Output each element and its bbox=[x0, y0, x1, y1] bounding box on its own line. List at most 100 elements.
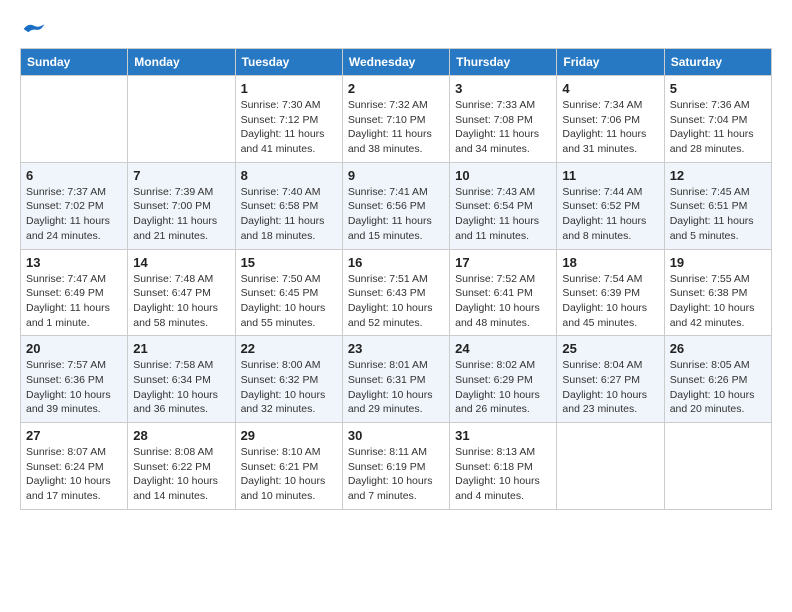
calendar-cell: 26 Sunrise: 8:05 AMSunset: 6:26 PMDayligh… bbox=[664, 336, 771, 423]
day-info: Sunrise: 7:57 AMSunset: 6:36 PMDaylight:… bbox=[26, 358, 122, 417]
day-info: Sunrise: 7:51 AMSunset: 6:43 PMDaylight:… bbox=[348, 272, 444, 331]
calendar-cell: 30 Sunrise: 8:11 AMSunset: 6:19 PMDayligh… bbox=[342, 423, 449, 510]
day-number: 24 bbox=[455, 341, 551, 356]
calendar-table: SundayMondayTuesdayWednesdayThursdayFrid… bbox=[20, 48, 772, 510]
day-info: Sunrise: 7:47 AMSunset: 6:49 PMDaylight:… bbox=[26, 272, 122, 331]
day-number: 10 bbox=[455, 168, 551, 183]
header-sunday: Sunday bbox=[21, 49, 128, 76]
calendar-cell: 14 Sunrise: 7:48 AMSunset: 6:47 PMDayligh… bbox=[128, 249, 235, 336]
day-info: Sunrise: 7:52 AMSunset: 6:41 PMDaylight:… bbox=[455, 272, 551, 331]
day-number: 14 bbox=[133, 255, 229, 270]
calendar-cell bbox=[21, 76, 128, 163]
day-number: 15 bbox=[241, 255, 337, 270]
logo-bird-icon bbox=[22, 20, 46, 38]
calendar-cell: 27Sunrise: 8:07 AMSunset: 6:24 PMDayligh… bbox=[21, 423, 128, 510]
day-info: Sunrise: 7:30 AMSunset: 7:12 PMDaylight:… bbox=[241, 98, 337, 157]
day-info: Sunrise: 7:44 AMSunset: 6:52 PMDaylight:… bbox=[562, 185, 658, 244]
day-number: 13 bbox=[26, 255, 122, 270]
calendar-week-row: 20 Sunrise: 7:57 AMSunset: 6:36 PMDayligh… bbox=[21, 336, 772, 423]
header-monday: Monday bbox=[128, 49, 235, 76]
calendar-cell: 17 Sunrise: 7:52 AMSunset: 6:41 PMDayligh… bbox=[450, 249, 557, 336]
day-info: Sunrise: 8:08 AMSunset: 6:22 PMDaylight:… bbox=[133, 445, 229, 504]
day-number: 30 bbox=[348, 428, 444, 443]
calendar-cell: 24 Sunrise: 8:02 AMSunset: 6:29 PMDayligh… bbox=[450, 336, 557, 423]
day-info: Sunrise: 8:05 AMSunset: 6:26 PMDaylight:… bbox=[670, 358, 766, 417]
calendar-cell: 13 Sunrise: 7:47 AMSunset: 6:49 PMDayligh… bbox=[21, 249, 128, 336]
calendar-cell: 23Sunrise: 8:01 AMSunset: 6:31 PMDayligh… bbox=[342, 336, 449, 423]
calendar-cell: 12Sunrise: 7:45 AMSunset: 6:51 PMDayligh… bbox=[664, 162, 771, 249]
day-info: Sunrise: 7:58 AMSunset: 6:34 PMDaylight:… bbox=[133, 358, 229, 417]
day-number: 21 bbox=[133, 341, 229, 356]
day-number: 11 bbox=[562, 168, 658, 183]
day-info: Sunrise: 7:55 AMSunset: 6:38 PMDaylight:… bbox=[670, 272, 766, 331]
day-number: 19 bbox=[670, 255, 766, 270]
day-number: 26 bbox=[670, 341, 766, 356]
calendar-cell: 11 Sunrise: 7:44 AMSunset: 6:52 PMDayligh… bbox=[557, 162, 664, 249]
day-number: 20 bbox=[26, 341, 122, 356]
day-info: Sunrise: 8:13 AMSunset: 6:18 PMDaylight:… bbox=[455, 445, 551, 504]
day-number: 2 bbox=[348, 81, 444, 96]
calendar-cell: 7 Sunrise: 7:39 AMSunset: 7:00 PMDaylight… bbox=[128, 162, 235, 249]
calendar-cell: 5 Sunrise: 7:36 AMSunset: 7:04 PMDaylight… bbox=[664, 76, 771, 163]
day-number: 16 bbox=[348, 255, 444, 270]
day-info: Sunrise: 8:10 AMSunset: 6:21 PMDaylight:… bbox=[241, 445, 337, 504]
calendar-header-row: SundayMondayTuesdayWednesdayThursdayFrid… bbox=[21, 49, 772, 76]
calendar-cell: 10 Sunrise: 7:43 AMSunset: 6:54 PMDayligh… bbox=[450, 162, 557, 249]
day-info: Sunrise: 7:40 AMSunset: 6:58 PMDaylight:… bbox=[241, 185, 337, 244]
day-info: Sunrise: 7:37 AMSunset: 7:02 PMDaylight:… bbox=[26, 185, 122, 244]
day-info: Sunrise: 7:36 AMSunset: 7:04 PMDaylight:… bbox=[670, 98, 766, 157]
day-info: Sunrise: 8:00 AMSunset: 6:32 PMDaylight:… bbox=[241, 358, 337, 417]
header-tuesday: Tuesday bbox=[235, 49, 342, 76]
day-number: 31 bbox=[455, 428, 551, 443]
day-info: Sunrise: 7:32 AMSunset: 7:10 PMDaylight:… bbox=[348, 98, 444, 157]
day-info: Sunrise: 7:50 AMSunset: 6:45 PMDaylight:… bbox=[241, 272, 337, 331]
calendar-cell: 2 Sunrise: 7:32 AMSunset: 7:10 PMDaylight… bbox=[342, 76, 449, 163]
calendar-cell bbox=[557, 423, 664, 510]
day-number: 8 bbox=[241, 168, 337, 183]
calendar-cell bbox=[128, 76, 235, 163]
calendar-cell: 29 Sunrise: 8:10 AMSunset: 6:21 PMDayligh… bbox=[235, 423, 342, 510]
day-info: Sunrise: 8:11 AMSunset: 6:19 PMDaylight:… bbox=[348, 445, 444, 504]
calendar-week-row: 6Sunrise: 7:37 AMSunset: 7:02 PMDaylight… bbox=[21, 162, 772, 249]
day-number: 18 bbox=[562, 255, 658, 270]
day-info: Sunrise: 8:04 AMSunset: 6:27 PMDaylight:… bbox=[562, 358, 658, 417]
calendar-cell: 4 Sunrise: 7:34 AMSunset: 7:06 PMDaylight… bbox=[557, 76, 664, 163]
day-number: 23 bbox=[348, 341, 444, 356]
calendar-cell: 22 Sunrise: 8:00 AMSunset: 6:32 PMDayligh… bbox=[235, 336, 342, 423]
day-info: Sunrise: 7:33 AMSunset: 7:08 PMDaylight:… bbox=[455, 98, 551, 157]
header-wednesday: Wednesday bbox=[342, 49, 449, 76]
day-info: Sunrise: 7:48 AMSunset: 6:47 PMDaylight:… bbox=[133, 272, 229, 331]
header-friday: Friday bbox=[557, 49, 664, 76]
day-info: Sunrise: 7:34 AMSunset: 7:06 PMDaylight:… bbox=[562, 98, 658, 157]
calendar-cell bbox=[664, 423, 771, 510]
calendar-cell: 16 Sunrise: 7:51 AMSunset: 6:43 PMDayligh… bbox=[342, 249, 449, 336]
day-number: 3 bbox=[455, 81, 551, 96]
calendar-week-row: 13 Sunrise: 7:47 AMSunset: 6:49 PMDayligh… bbox=[21, 249, 772, 336]
day-info: Sunrise: 7:39 AMSunset: 7:00 PMDaylight:… bbox=[133, 185, 229, 244]
calendar-cell: 8 Sunrise: 7:40 AMSunset: 6:58 PMDaylight… bbox=[235, 162, 342, 249]
day-number: 9 bbox=[348, 168, 444, 183]
day-number: 5 bbox=[670, 81, 766, 96]
day-info: Sunrise: 8:02 AMSunset: 6:29 PMDaylight:… bbox=[455, 358, 551, 417]
calendar-cell: 1 Sunrise: 7:30 AMSunset: 7:12 PMDaylight… bbox=[235, 76, 342, 163]
day-info: Sunrise: 7:54 AMSunset: 6:39 PMDaylight:… bbox=[562, 272, 658, 331]
page-header bbox=[20, 20, 772, 38]
day-number: 4 bbox=[562, 81, 658, 96]
calendar-cell: 6Sunrise: 7:37 AMSunset: 7:02 PMDaylight… bbox=[21, 162, 128, 249]
day-number: 17 bbox=[455, 255, 551, 270]
day-info: Sunrise: 8:07 AMSunset: 6:24 PMDaylight:… bbox=[26, 445, 122, 504]
day-number: 28 bbox=[133, 428, 229, 443]
day-number: 1 bbox=[241, 81, 337, 96]
calendar-cell: 15 Sunrise: 7:50 AMSunset: 6:45 PMDayligh… bbox=[235, 249, 342, 336]
day-number: 12 bbox=[670, 168, 766, 183]
calendar-week-row: 1 Sunrise: 7:30 AMSunset: 7:12 PMDaylight… bbox=[21, 76, 772, 163]
day-number: 7 bbox=[133, 168, 229, 183]
day-info: Sunrise: 7:43 AMSunset: 6:54 PMDaylight:… bbox=[455, 185, 551, 244]
day-number: 29 bbox=[241, 428, 337, 443]
logo bbox=[20, 20, 46, 38]
day-number: 22 bbox=[241, 341, 337, 356]
calendar-week-row: 27Sunrise: 8:07 AMSunset: 6:24 PMDayligh… bbox=[21, 423, 772, 510]
calendar-cell: 21 Sunrise: 7:58 AMSunset: 6:34 PMDayligh… bbox=[128, 336, 235, 423]
header-thursday: Thursday bbox=[450, 49, 557, 76]
calendar-cell: 28 Sunrise: 8:08 AMSunset: 6:22 PMDayligh… bbox=[128, 423, 235, 510]
